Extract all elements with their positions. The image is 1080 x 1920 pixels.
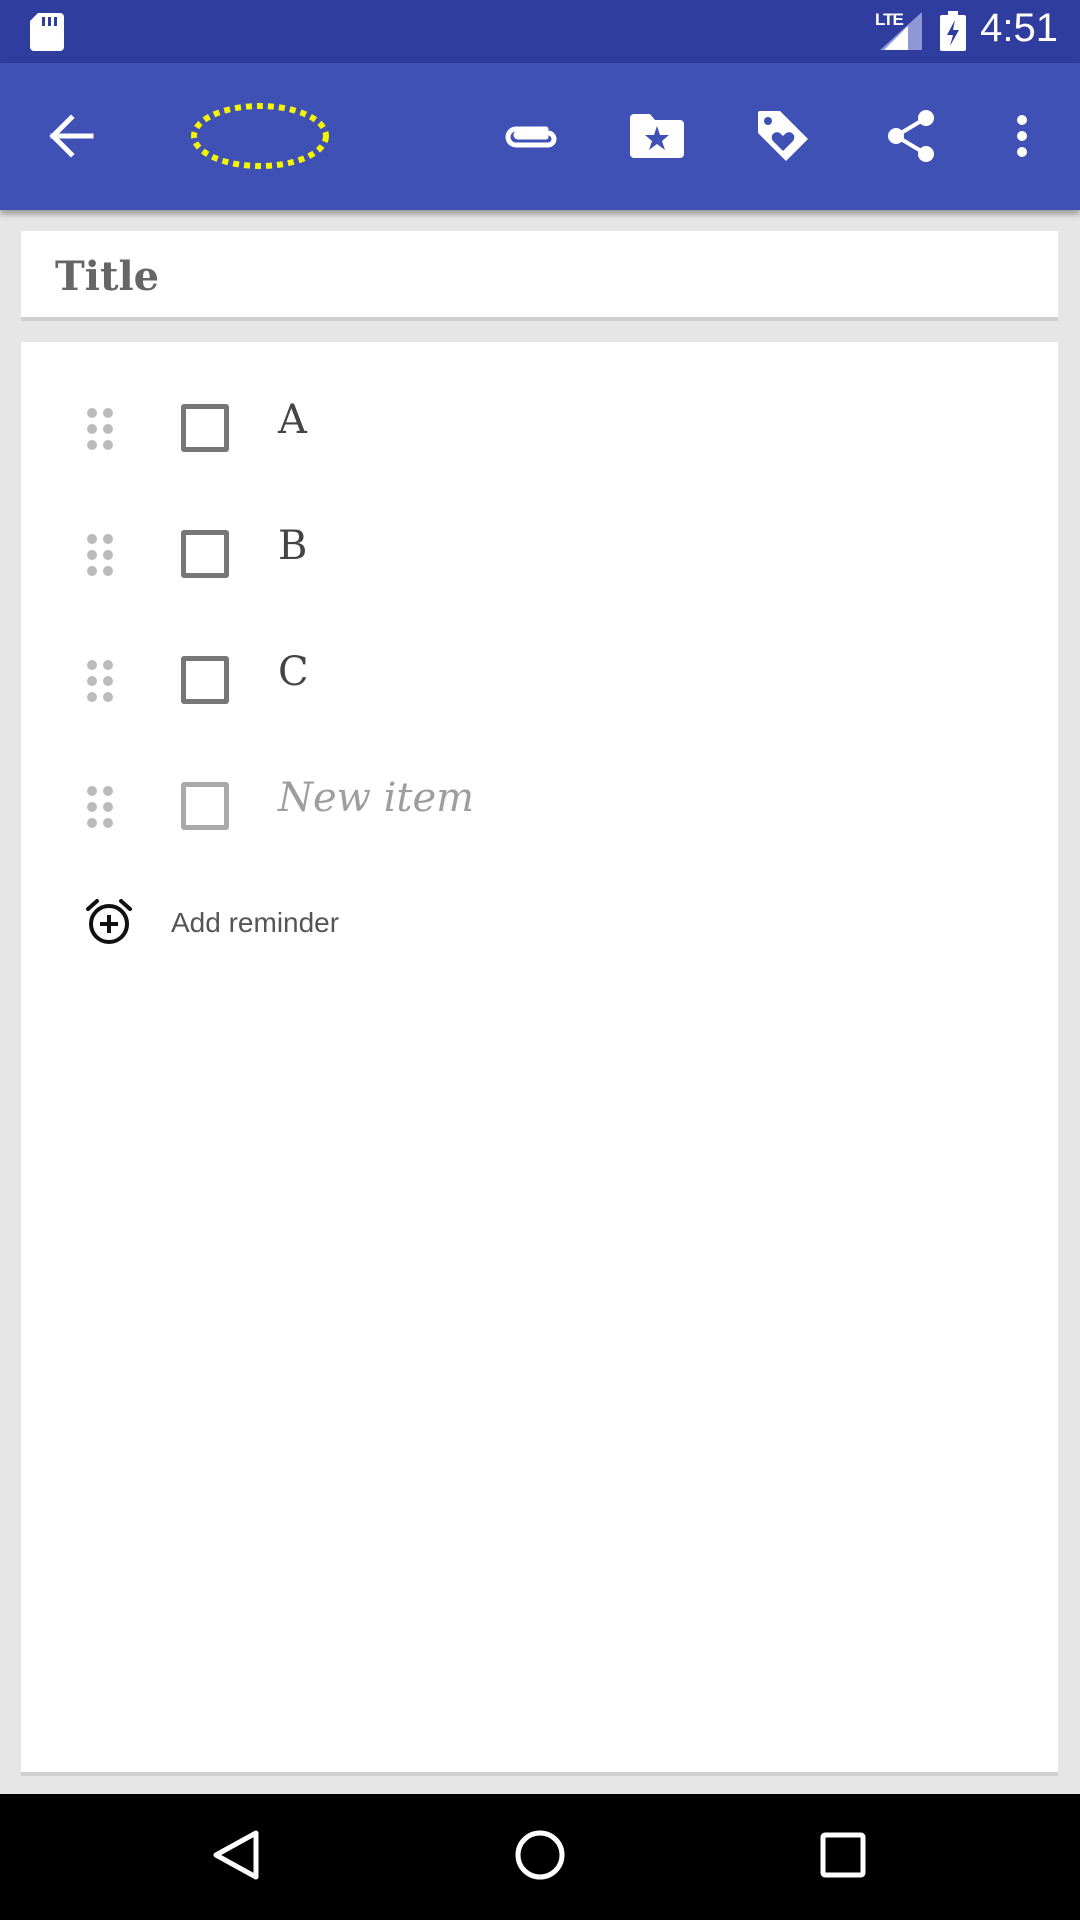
category-button[interactable] [612,91,702,181]
item-checkbox[interactable] [181,404,229,452]
drag-handle-icon[interactable] [85,659,115,708]
back-arrow-icon [47,114,95,158]
more-vert-icon [1016,114,1028,158]
list-item: C [21,627,1058,727]
list-item: A [21,375,1058,475]
item-text[interactable]: C [278,649,309,695]
overflow-menu-button[interactable] [977,91,1067,181]
clock: 4:51 [980,6,1058,50]
title-input[interactable]: Title [55,253,159,300]
back-triangle-icon [212,1829,260,1886]
new-item-row: New item [21,753,1058,853]
list-item: B [21,501,1058,601]
alarm-add-icon [85,898,133,951]
nav-back-button[interactable] [196,1819,276,1895]
share-button[interactable] [866,91,956,181]
signal-icon [880,12,922,55]
drag-handle-icon[interactable] [85,533,115,582]
status-bar: LTE 4:51 [0,0,1080,63]
item-text[interactable]: A [278,397,307,443]
system-nav-bar [0,1794,1080,1920]
new-item-input[interactable]: New item [278,775,474,821]
drag-handle-icon [85,785,115,834]
attachment-icon [502,119,558,153]
item-checkbox[interactable] [181,656,229,704]
add-reminder-button[interactable]: Add reminder [63,892,463,952]
nav-home-button[interactable] [500,1819,580,1895]
add-reminder-label: Add reminder [171,907,340,938]
sd-card-icon [30,13,64,56]
item-checkbox[interactable] [181,530,229,578]
title-card: Title [21,231,1058,321]
home-circle-icon [514,1829,566,1886]
back-button[interactable] [26,91,116,181]
nav-recents-button[interactable] [803,1819,883,1895]
recents-square-icon [820,1832,866,1883]
app-toolbar [0,63,1080,210]
highlight-ellipse-icon [190,101,330,171]
battery-charging-icon [940,11,966,56]
new-item-checkbox[interactable] [181,782,229,830]
folder-star-icon [630,114,684,158]
highlight-marker[interactable] [190,91,330,181]
tag-button[interactable] [738,91,828,181]
item-text[interactable]: B [278,523,307,569]
drag-handle-icon[interactable] [85,407,115,456]
attach-button[interactable] [485,91,575,181]
share-icon [886,109,936,163]
tag-heart-icon [756,109,810,163]
checklist-card: A B C New item Add reminder [21,342,1058,1776]
